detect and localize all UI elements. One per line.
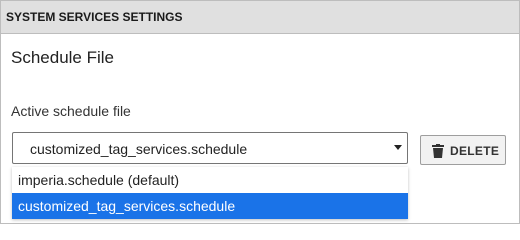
dropdown-option-customized-tag-services-schedule[interactable]: customized_tag_services.schedule [12, 193, 408, 219]
active-schedule-file-label: Active schedule file [11, 103, 131, 119]
trash-icon [432, 144, 444, 158]
dropdown-option-imperia-schedule[interactable]: imperia.schedule (default) [12, 167, 408, 193]
dropdown-arrow-icon [394, 145, 402, 150]
dropdown-option-label: customized_tag_services.schedule [18, 198, 236, 214]
dropdown-option-label: imperia.schedule (default) [18, 172, 180, 188]
system-services-settings-panel: SYSTEM SERVICES SETTINGS Schedule File A… [0, 0, 520, 224]
panel-header-title: SYSTEM SERVICES SETTINGS [6, 10, 183, 24]
panel-header: SYSTEM SERVICES SETTINGS [1, 1, 519, 34]
delete-button[interactable]: DELETE [420, 135, 506, 165]
active-schedule-file-select[interactable]: customized_tag_services.schedule [12, 132, 408, 164]
section-title: Schedule File [11, 48, 115, 67]
schedule-file-dropdown-list: imperia.schedule (default) customized_ta… [12, 167, 408, 219]
delete-button-label: DELETE [450, 144, 500, 158]
select-current-value: customized_tag_services.schedule [30, 141, 248, 157]
